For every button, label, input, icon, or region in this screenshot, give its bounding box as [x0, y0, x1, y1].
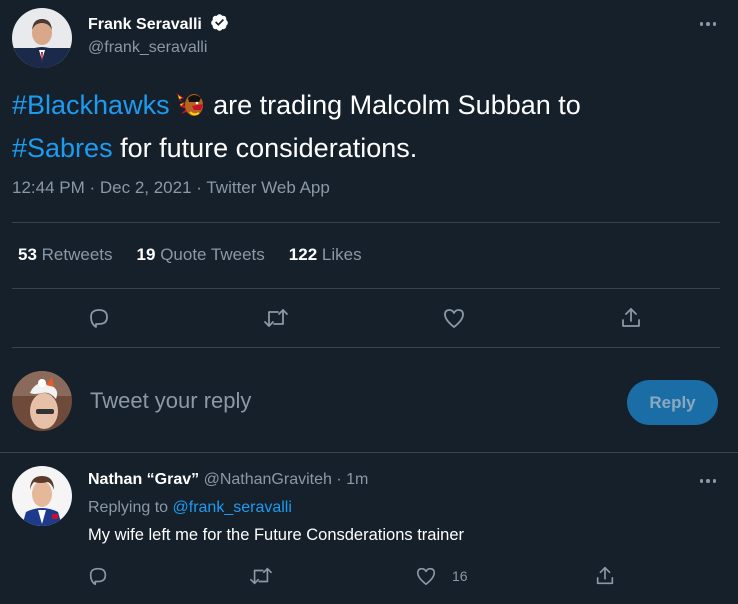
- likes-label: Likes: [321, 245, 362, 264]
- reply-icon[interactable]: [81, 559, 115, 593]
- reply-author-avatar[interactable]: [12, 466, 72, 526]
- reply-button[interactable]: Reply: [627, 380, 718, 425]
- replying-prefix: Replying to: [88, 499, 169, 516]
- retweets-count: 53: [18, 245, 37, 264]
- retweets-label: Retweets: [41, 245, 113, 264]
- like-icon[interactable]: [409, 559, 443, 593]
- author-name[interactable]: Frank Seravalli: [88, 16, 202, 33]
- retweets-stat[interactable]: 53 Retweets: [18, 245, 113, 265]
- reply-like-count: 16: [452, 568, 468, 584]
- hashtag-link[interactable]: #Blackhawks: [12, 90, 170, 120]
- retweet-icon[interactable]: [244, 559, 278, 593]
- tweet-text: #Blackhawks are trading Malcolm Subban t…: [12, 86, 712, 167]
- author-avatar[interactable]: [12, 8, 72, 68]
- quote-tweets-stat[interactable]: 19 Quote Tweets: [137, 245, 265, 265]
- tweet-text-part: for future considerations.: [112, 133, 418, 163]
- quotes-count: 19: [136, 245, 156, 264]
- tweet-meta[interactable]: 12:44 PM · Dec 2, 2021 · Twitter Web App: [12, 178, 330, 198]
- quotes-label: Quote Tweets: [160, 245, 265, 264]
- verified-icon: [210, 13, 229, 37]
- divider: [12, 347, 720, 348]
- likes-stat[interactable]: 122 Likes: [289, 245, 362, 265]
- reply-time[interactable]: · 1m: [336, 471, 368, 488]
- blackhawks-emoji-icon: [172, 89, 206, 129]
- reply-input[interactable]: Tweet your reply: [90, 388, 251, 414]
- like-icon[interactable]: [437, 301, 471, 335]
- reply-text: My wife left me for the Future Consderat…: [88, 526, 464, 544]
- retweet-icon[interactable]: [259, 301, 293, 335]
- share-icon[interactable]: [588, 559, 622, 593]
- divider: [12, 222, 720, 223]
- user-avatar[interactable]: [12, 371, 72, 431]
- more-icon[interactable]: [693, 14, 723, 34]
- divider: [0, 452, 738, 453]
- likes-count: 122: [288, 245, 318, 264]
- reply-author-handle[interactable]: @NathanGraviteh: [204, 471, 332, 488]
- author-handle[interactable]: @frank_seravalli: [88, 39, 207, 57]
- more-icon[interactable]: [693, 471, 723, 491]
- tweet-stats: 53 Retweets 19 Quote Tweets 122 Likes: [18, 245, 362, 265]
- share-icon[interactable]: [614, 301, 648, 335]
- tweet-text-part: are trading Malcolm Subban to: [205, 90, 581, 120]
- hashtag-link[interactable]: #Sabres: [12, 133, 113, 163]
- reply-author-name[interactable]: Nathan “Grav”: [88, 471, 199, 488]
- replying-to: Replying to @frank_seravalli: [88, 499, 292, 517]
- replying-to-link[interactable]: @frank_seravalli: [173, 499, 292, 516]
- divider: [12, 288, 720, 289]
- reply-icon[interactable]: [82, 301, 116, 335]
